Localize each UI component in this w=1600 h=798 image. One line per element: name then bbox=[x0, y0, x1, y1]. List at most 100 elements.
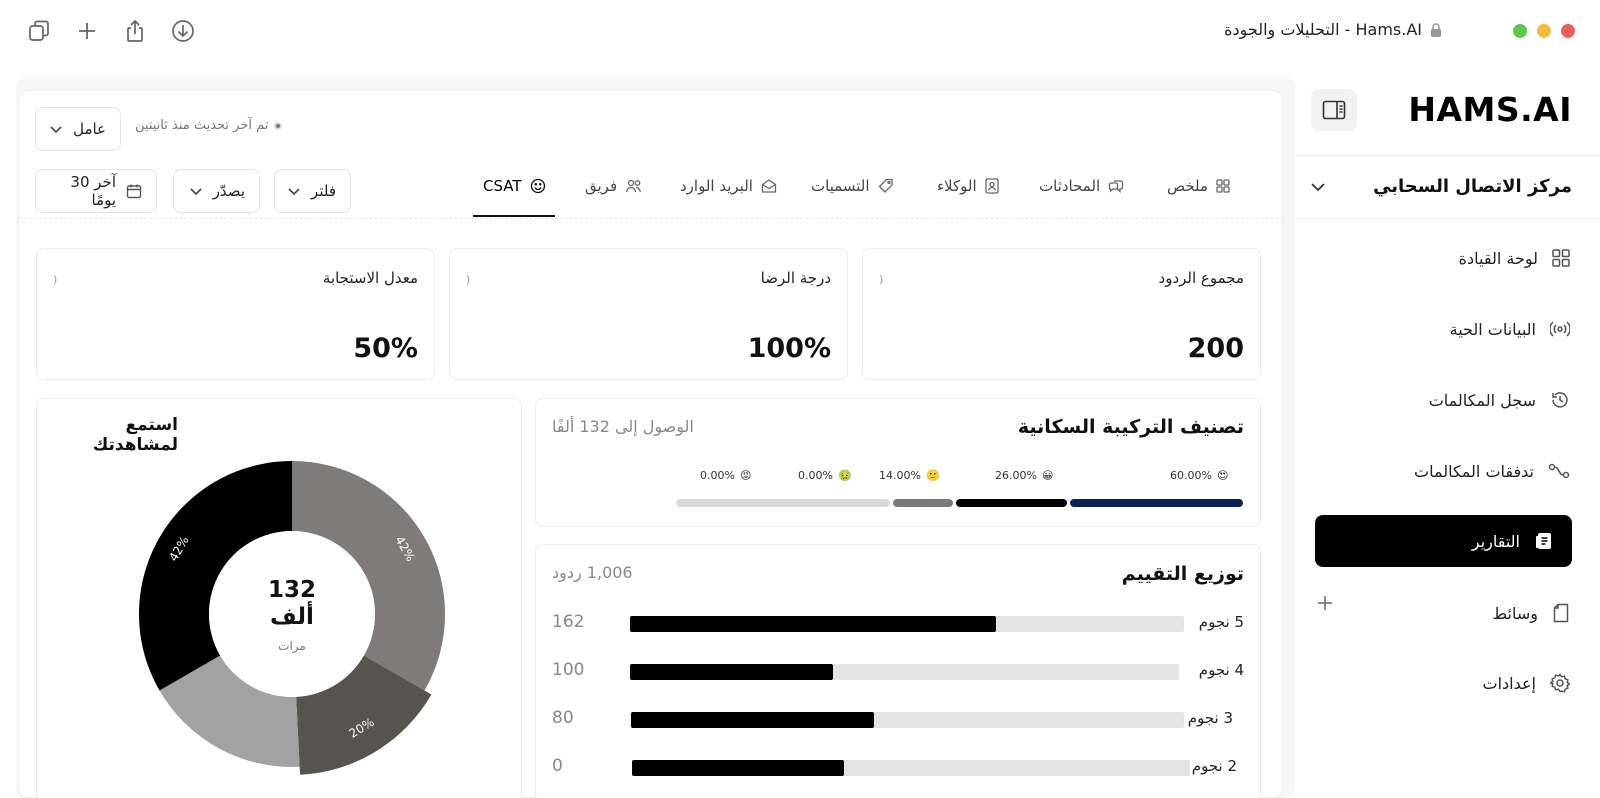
sentiment-pct: 60.00% bbox=[1170, 469, 1212, 482]
rating-count: 100 bbox=[552, 660, 585, 680]
sidebar-item-live-data[interactable]: البيانات الحية bbox=[1450, 303, 1570, 355]
tab-label: CSAT bbox=[483, 177, 522, 195]
add-media-plus-icon[interactable] bbox=[1317, 595, 1333, 611]
rating-bar-track bbox=[630, 616, 1184, 632]
download-icon[interactable] bbox=[170, 18, 196, 44]
brand-logo: HAMS.AI bbox=[1408, 90, 1572, 129]
sentiment-pct: 0.00% bbox=[700, 469, 735, 482]
chevron-down-icon bbox=[287, 184, 301, 198]
window-title: التحليلات والجودة - Hams.AI bbox=[1224, 20, 1442, 39]
rating-title: توزيع التقييم bbox=[1121, 563, 1244, 585]
team-icon bbox=[625, 179, 643, 193]
rating-label: 2 نجوم bbox=[1191, 757, 1237, 775]
sentiment-pct: 14.00% bbox=[879, 469, 921, 482]
date-range-value: آخر 30 يومًا bbox=[70, 173, 116, 209]
slight-smile-icon: 🙂 bbox=[925, 469, 940, 482]
rating-bar-fill bbox=[630, 616, 996, 632]
org-selector[interactable]: مركز الاتصال السحابي bbox=[1295, 155, 1600, 219]
rating-bar-track bbox=[630, 664, 1179, 680]
stat-label: معدل الاستجابة bbox=[322, 269, 418, 287]
tab-csat[interactable]: CSAT bbox=[483, 177, 546, 195]
date-range-picker[interactable]: آخر 30 يومًا bbox=[35, 169, 157, 213]
new-tab-plus-icon[interactable] bbox=[74, 18, 100, 44]
tab-label: المحادثات bbox=[1039, 177, 1101, 195]
sidebar-item-dashboard[interactable]: لوحة القيادة bbox=[1459, 232, 1570, 284]
active-tab-indicator bbox=[473, 215, 555, 217]
sentiment-angry: 0.00% 😡 bbox=[700, 469, 751, 482]
tab-conversations[interactable]: المحادثات bbox=[1039, 177, 1124, 195]
tab-label: التسميات bbox=[811, 177, 870, 195]
rating-bar-track bbox=[632, 760, 1190, 776]
stat-value: 200 bbox=[1187, 333, 1244, 364]
agent-icon bbox=[984, 178, 999, 194]
grin-icon: 😀 bbox=[1041, 469, 1054, 482]
sentiment-pct: 0.00% bbox=[798, 469, 833, 482]
grid-icon bbox=[1552, 249, 1570, 267]
status-dot-icon bbox=[274, 121, 283, 130]
sidebar-item-label: سجل المكالمات bbox=[1428, 390, 1536, 410]
sidebar-item-label: تدفقات المكالمات bbox=[1414, 461, 1534, 481]
nauseated-icon: 🤢 bbox=[837, 469, 852, 482]
donut-center-value: 132 ألف bbox=[267, 577, 316, 630]
gear-icon bbox=[1550, 673, 1570, 693]
rating-count: 80 bbox=[552, 708, 574, 728]
rating-bar-fill bbox=[630, 664, 834, 680]
tab-inbox[interactable]: البريد الوارد bbox=[680, 177, 777, 195]
export-button[interactable]: يصدّر bbox=[173, 169, 260, 213]
sidebar-item-media[interactable]: وسائط bbox=[1492, 587, 1570, 639]
stat-card-response-rate: معدل الاستجابة ( 50% bbox=[36, 248, 435, 380]
demographics-subtitle: الوصول إلى 132 ألفًا bbox=[552, 417, 694, 436]
last-updated-text: تم آخر تحديث منذ ثانيتين bbox=[135, 118, 269, 133]
rating-count: 0 bbox=[552, 756, 563, 776]
last-updated: تم آخر تحديث منذ ثانيتين bbox=[135, 118, 283, 133]
rating-label: 3 نجوم bbox=[1187, 709, 1233, 727]
rating-total: 1,006 ردود bbox=[552, 563, 633, 582]
tab-label: فريق bbox=[585, 177, 618, 195]
tab-team[interactable]: فريق bbox=[585, 177, 643, 195]
stat-card-total-responses: مجموع الردود ( 200 bbox=[862, 248, 1261, 380]
lock-icon bbox=[1430, 22, 1442, 37]
media-icon bbox=[1552, 603, 1570, 623]
calendar-icon bbox=[126, 183, 142, 199]
chevron-down-icon bbox=[1309, 178, 1327, 196]
grid-icon bbox=[1216, 179, 1230, 193]
tab-labels[interactable]: التسميات bbox=[811, 177, 894, 195]
chevron-down-icon bbox=[189, 184, 203, 198]
sidebar-toggle-button[interactable] bbox=[1311, 89, 1357, 131]
sentiment-bar-happy bbox=[956, 499, 1067, 507]
share-icon[interactable] bbox=[122, 18, 148, 44]
sentiment-bar-neutral bbox=[893, 499, 953, 507]
filter-label: فلتر bbox=[311, 182, 336, 200]
rating-bar-track bbox=[631, 712, 1184, 728]
stat-card-satisfaction: درجة الرضا ( 100% bbox=[449, 248, 848, 380]
sidebar-item-call-log[interactable]: سجل المكالمات bbox=[1429, 374, 1570, 426]
inbox-icon bbox=[761, 178, 777, 194]
filter-button[interactable]: فلتر bbox=[274, 169, 351, 213]
sidebar-panel-icon bbox=[1322, 100, 1346, 120]
sidebar-item-call-flows[interactable]: تدفقات المكالمات bbox=[1414, 445, 1570, 497]
sentiment-bar-rest bbox=[676, 499, 890, 507]
chat-icon bbox=[1108, 178, 1124, 194]
tab-agents[interactable]: الوكلاء bbox=[937, 177, 999, 195]
sidebar-item-label: إعدادات bbox=[1482, 673, 1536, 693]
copy-icon[interactable] bbox=[26, 18, 52, 44]
sidebar-item-reports[interactable]: التقارير bbox=[1315, 515, 1572, 567]
heart-eyes-icon: 😍 bbox=[1216, 469, 1229, 482]
sentiment-pct: 26.00% bbox=[995, 469, 1037, 482]
sentiment-happy: 26.00% 😀 bbox=[995, 469, 1053, 482]
minimize-window-button[interactable] bbox=[1537, 24, 1551, 38]
audience-card: استمع لمشاهدتك 42% 20% 42% 132 ألف مرات bbox=[36, 398, 522, 798]
stat-value: 50% bbox=[353, 333, 418, 364]
sidebar-item-label: وسائط bbox=[1492, 603, 1538, 623]
chevron-down-icon bbox=[49, 122, 63, 136]
sidebar-item-settings[interactable]: إعدادات bbox=[1483, 657, 1570, 709]
report-icon bbox=[1534, 531, 1554, 551]
smile-icon bbox=[530, 178, 546, 194]
zoom-window-button[interactable] bbox=[1513, 24, 1527, 38]
tab-label: الوكلاء bbox=[937, 177, 977, 195]
agent-select[interactable]: عامل bbox=[35, 107, 121, 151]
info-icon: ( bbox=[53, 273, 58, 286]
tab-summary[interactable]: ملخص bbox=[1167, 177, 1230, 195]
close-window-button[interactable] bbox=[1561, 24, 1575, 38]
sentiment-bar-love bbox=[1070, 499, 1243, 507]
